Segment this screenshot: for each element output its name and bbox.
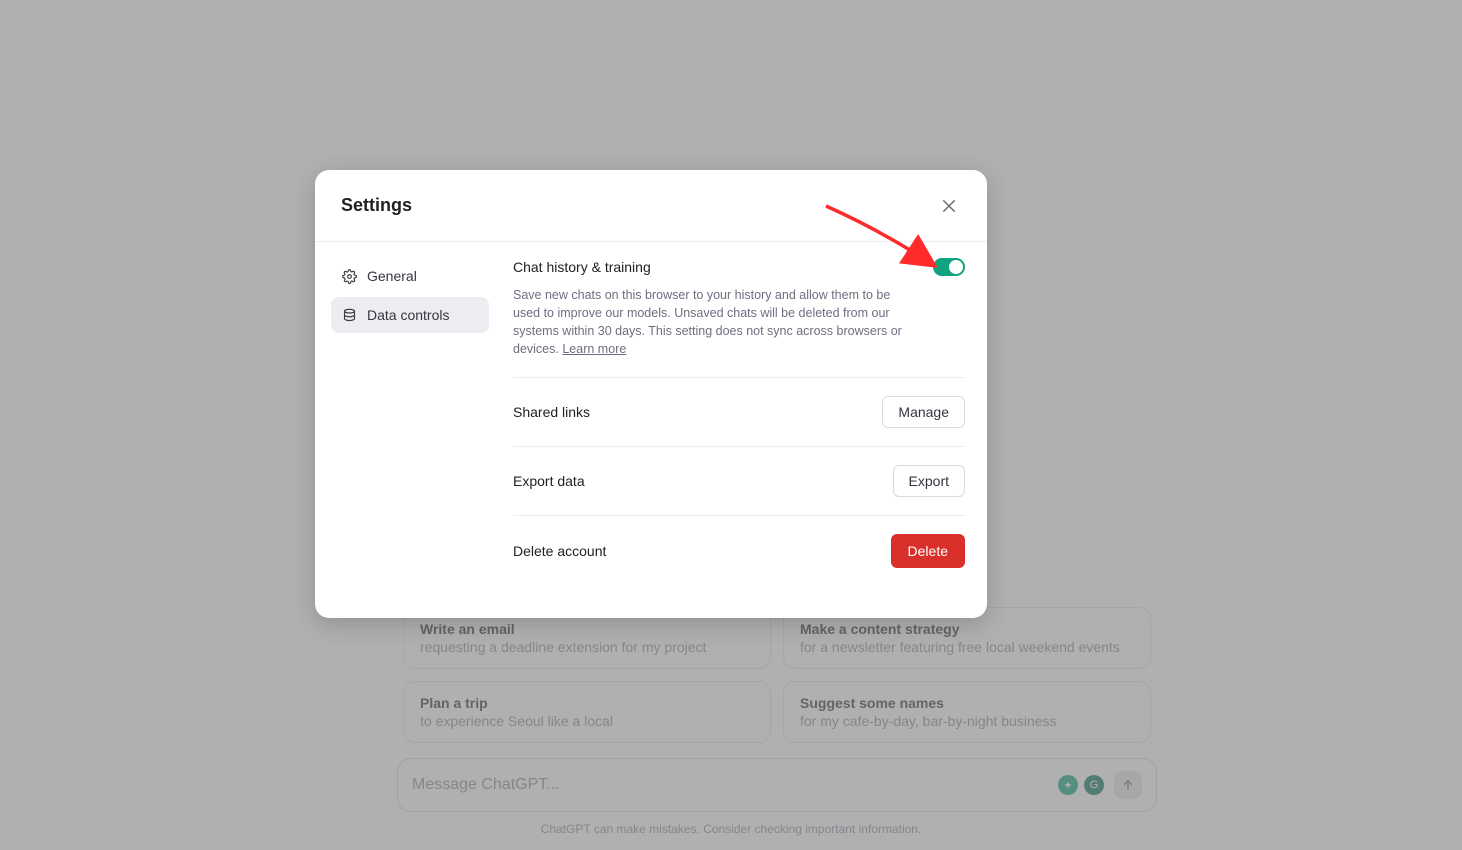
close-button[interactable]	[937, 194, 961, 218]
sidebar-item-label: Data controls	[367, 307, 449, 323]
manage-shared-links-button[interactable]: Manage	[882, 396, 965, 428]
section-export-row: Export data Export	[513, 465, 965, 497]
section-delete-title: Delete account	[513, 543, 606, 559]
settings-content: Chat history & training Save new chats o…	[495, 258, 965, 594]
divider	[513, 515, 965, 516]
delete-account-button[interactable]: Delete	[891, 534, 965, 568]
settings-modal: Settings General Data controls	[315, 170, 987, 618]
toggle-knob	[949, 260, 963, 274]
section-export-title: Export data	[513, 473, 585, 489]
modal-overlay[interactable]: Settings General Data controls	[0, 0, 1462, 850]
section-history-row: Chat history & training	[513, 258, 965, 276]
settings-sidebar: General Data controls	[325, 258, 495, 594]
history-training-toggle[interactable]	[933, 258, 965, 276]
section-shared-links-row: Shared links Manage	[513, 396, 965, 428]
section-shared-links-title: Shared links	[513, 404, 590, 420]
sidebar-item-general[interactable]: General	[331, 258, 489, 294]
sidebar-item-label: General	[367, 268, 417, 284]
gear-icon	[341, 268, 357, 284]
export-data-button[interactable]: Export	[893, 465, 965, 497]
divider	[513, 377, 965, 378]
section-delete-row: Delete account Delete	[513, 534, 965, 568]
section-history-description: Save new chats on this browser to your h…	[513, 286, 909, 359]
modal-title: Settings	[341, 195, 412, 216]
divider	[513, 446, 965, 447]
learn-more-link[interactable]: Learn more	[562, 342, 626, 356]
close-icon	[940, 197, 958, 215]
sidebar-item-data-controls[interactable]: Data controls	[331, 297, 489, 333]
modal-header: Settings	[315, 170, 987, 242]
data-controls-icon	[341, 307, 357, 323]
section-history-title: Chat history & training	[513, 259, 651, 275]
